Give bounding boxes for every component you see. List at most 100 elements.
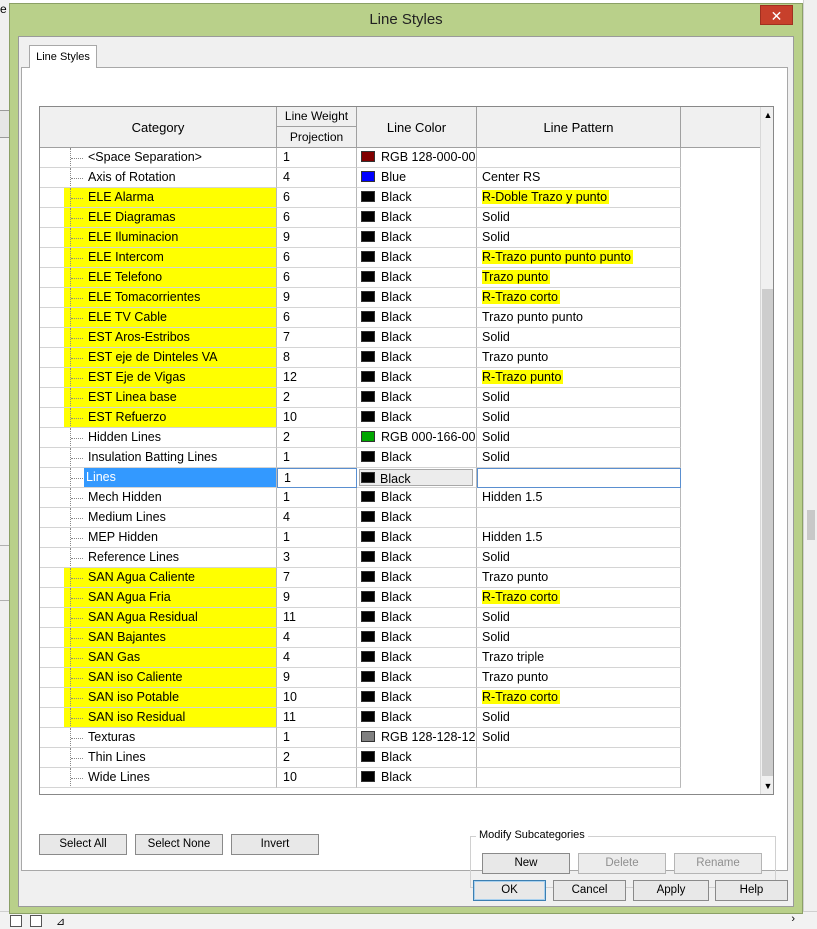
line-color-cell[interactable]: Black [357, 508, 477, 528]
line-pattern-cell[interactable] [477, 748, 681, 768]
table-row[interactable]: Mech Hidden 1 Black Hidden 1.5 [40, 488, 681, 508]
line-color-cell[interactable]: Black [357, 688, 477, 708]
tab-line-styles[interactable]: Line Styles [29, 45, 97, 68]
help-button[interactable]: Help [715, 880, 788, 901]
table-row[interactable]: SAN Bajantes 4 Black Solid [40, 628, 681, 648]
line-pattern-cell[interactable] [477, 468, 681, 488]
table-row[interactable]: SAN Agua Caliente 7 Black Trazo punto [40, 568, 681, 588]
line-color-cell[interactable]: RGB 000-166-000 [357, 428, 477, 448]
line-weight-cell[interactable]: 8 [277, 348, 357, 368]
category-cell[interactable]: ELE TV Cable [40, 308, 277, 328]
line-weight-cell[interactable]: 1 [277, 488, 357, 508]
category-cell[interactable]: EST Aros-Estribos [40, 328, 277, 348]
line-color-cell[interactable]: Black [357, 628, 477, 648]
line-weight-cell[interactable]: 3 [277, 548, 357, 568]
line-color-cell[interactable]: Black [357, 668, 477, 688]
line-pattern-cell[interactable]: Solid [477, 428, 681, 448]
column-header-line-color[interactable]: Line Color [357, 107, 477, 148]
line-weight-cell[interactable]: 6 [277, 308, 357, 328]
line-pattern-cell[interactable]: Solid [477, 448, 681, 468]
category-cell[interactable]: SAN Gas [40, 648, 277, 668]
line-pattern-cell[interactable]: Hidden 1.5 [477, 528, 681, 548]
line-weight-cell[interactable]: 6 [277, 268, 357, 288]
status-bar-icon[interactable] [10, 915, 22, 927]
line-color-cell[interactable]: Black [357, 488, 477, 508]
table-row[interactable]: ELE Iluminacion 9 Black Solid [40, 228, 681, 248]
table-row[interactable]: Texturas 1 RGB 128-128-128 Solid [40, 728, 681, 748]
line-weight-cell[interactable]: 7 [277, 328, 357, 348]
line-pattern-cell[interactable]: Center RS [477, 168, 681, 188]
line-color-cell[interactable]: Black [357, 548, 477, 568]
table-row[interactable]: SAN iso Residual 11 Black Solid [40, 708, 681, 728]
category-cell[interactable]: Medium Lines [40, 508, 277, 528]
status-bar-icon[interactable] [30, 915, 42, 927]
line-weight-cell[interactable]: 6 [277, 208, 357, 228]
line-color-cell[interactable]: Black [357, 468, 477, 488]
line-pattern-cell[interactable]: Solid [477, 708, 681, 728]
apply-button[interactable]: Apply [633, 880, 709, 901]
table-row[interactable]: SAN Agua Residual 11 Black Solid [40, 608, 681, 628]
category-cell[interactable]: Thin Lines [40, 748, 277, 768]
column-header-line-weight[interactable]: Line Weight Projection [277, 107, 357, 148]
line-weight-cell[interactable]: 1 [277, 148, 357, 168]
table-row[interactable]: SAN iso Potable 10 Black R-Trazo corto [40, 688, 681, 708]
line-color-cell[interactable]: Black [357, 248, 477, 268]
line-weight-cell[interactable]: 6 [277, 248, 357, 268]
grid-vertical-scrollbar[interactable]: ▲ ▼ [760, 107, 773, 794]
category-cell[interactable]: Axis of Rotation [40, 168, 277, 188]
line-weight-cell[interactable]: 1 [277, 468, 357, 488]
line-weight-cell[interactable]: 4 [277, 628, 357, 648]
table-row[interactable]: ELE Intercom 6 Black R-Trazo punto punto pu… [40, 248, 681, 268]
table-row[interactable]: ELE Telefono 6 Black Trazo punto [40, 268, 681, 288]
line-color-cell[interactable]: Black [357, 708, 477, 728]
line-color-cell[interactable]: RGB 128-000-000 [357, 148, 477, 168]
line-pattern-cell[interactable] [477, 508, 681, 528]
category-cell[interactable]: ELE Telefono [40, 268, 277, 288]
line-color-cell[interactable]: Black [357, 288, 477, 308]
table-row[interactable]: Reference Lines 3 Black Solid [40, 548, 681, 568]
line-weight-cell[interactable]: 2 [277, 388, 357, 408]
category-cell[interactable]: EST eje de Dinteles VA [40, 348, 277, 368]
line-pattern-cell[interactable]: Solid [477, 728, 681, 748]
line-pattern-cell[interactable]: Solid [477, 628, 681, 648]
category-cell[interactable]: SAN iso Potable [40, 688, 277, 708]
category-cell[interactable]: ELE Iluminacion [40, 228, 277, 248]
category-cell[interactable]: Wide Lines [40, 768, 277, 788]
line-weight-cell[interactable]: 4 [277, 648, 357, 668]
category-cell[interactable]: EST Refuerzo [40, 408, 277, 428]
table-row[interactable]: EST eje de Dinteles VA 8 Black Trazo punto [40, 348, 681, 368]
category-cell[interactable]: SAN Agua Caliente [40, 568, 277, 588]
line-color-cell[interactable]: Black [357, 188, 477, 208]
dialog-titlebar[interactable]: Line Styles ✕ [10, 4, 802, 36]
category-cell[interactable]: SAN Bajantes [40, 628, 277, 648]
line-weight-cell[interactable]: 1 [277, 728, 357, 748]
category-cell[interactable]: ELE Intercom [40, 248, 277, 268]
line-pattern-cell[interactable]: Trazo punto punto [477, 308, 681, 328]
line-weight-cell[interactable]: 9 [277, 228, 357, 248]
table-row[interactable]: ELE TV Cable 6 Black Trazo punto punto [40, 308, 681, 328]
select-all-button[interactable]: Select All [39, 834, 127, 855]
line-color-cell[interactable]: Black [357, 408, 477, 428]
cancel-button[interactable]: Cancel [553, 880, 626, 901]
line-weight-cell[interactable]: 9 [277, 288, 357, 308]
category-cell[interactable]: ELE Tomacorrientes [40, 288, 277, 308]
line-weight-cell[interactable]: 11 [277, 708, 357, 728]
line-color-cell[interactable]: Blue [357, 168, 477, 188]
line-pattern-cell[interactable]: R-Trazo corto [477, 688, 681, 708]
line-color-cell[interactable]: Black [357, 308, 477, 328]
category-cell[interactable]: EST Eje de Vigas [40, 368, 277, 388]
line-color-cell[interactable]: Black [357, 348, 477, 368]
table-row[interactable]: <Space Separation> 1 RGB 128-000-000 [40, 148, 681, 168]
background-app-scrollbar[interactable] [803, 0, 817, 911]
background-scroll-thumb[interactable] [807, 510, 815, 540]
close-button[interactable]: ✕ [760, 5, 793, 25]
table-row[interactable]: Wide Lines 10 Black [40, 768, 681, 788]
category-cell[interactable]: Lines [40, 468, 277, 488]
line-pattern-cell[interactable]: Trazo punto [477, 348, 681, 368]
scroll-thumb[interactable] [762, 289, 773, 776]
line-color-cell[interactable]: RGB 128-128-128 [357, 728, 477, 748]
ok-button[interactable]: OK [473, 880, 546, 901]
line-color-cell[interactable]: Black [357, 648, 477, 668]
line-weight-cell[interactable]: 1 [277, 528, 357, 548]
category-cell[interactable]: Mech Hidden [40, 488, 277, 508]
